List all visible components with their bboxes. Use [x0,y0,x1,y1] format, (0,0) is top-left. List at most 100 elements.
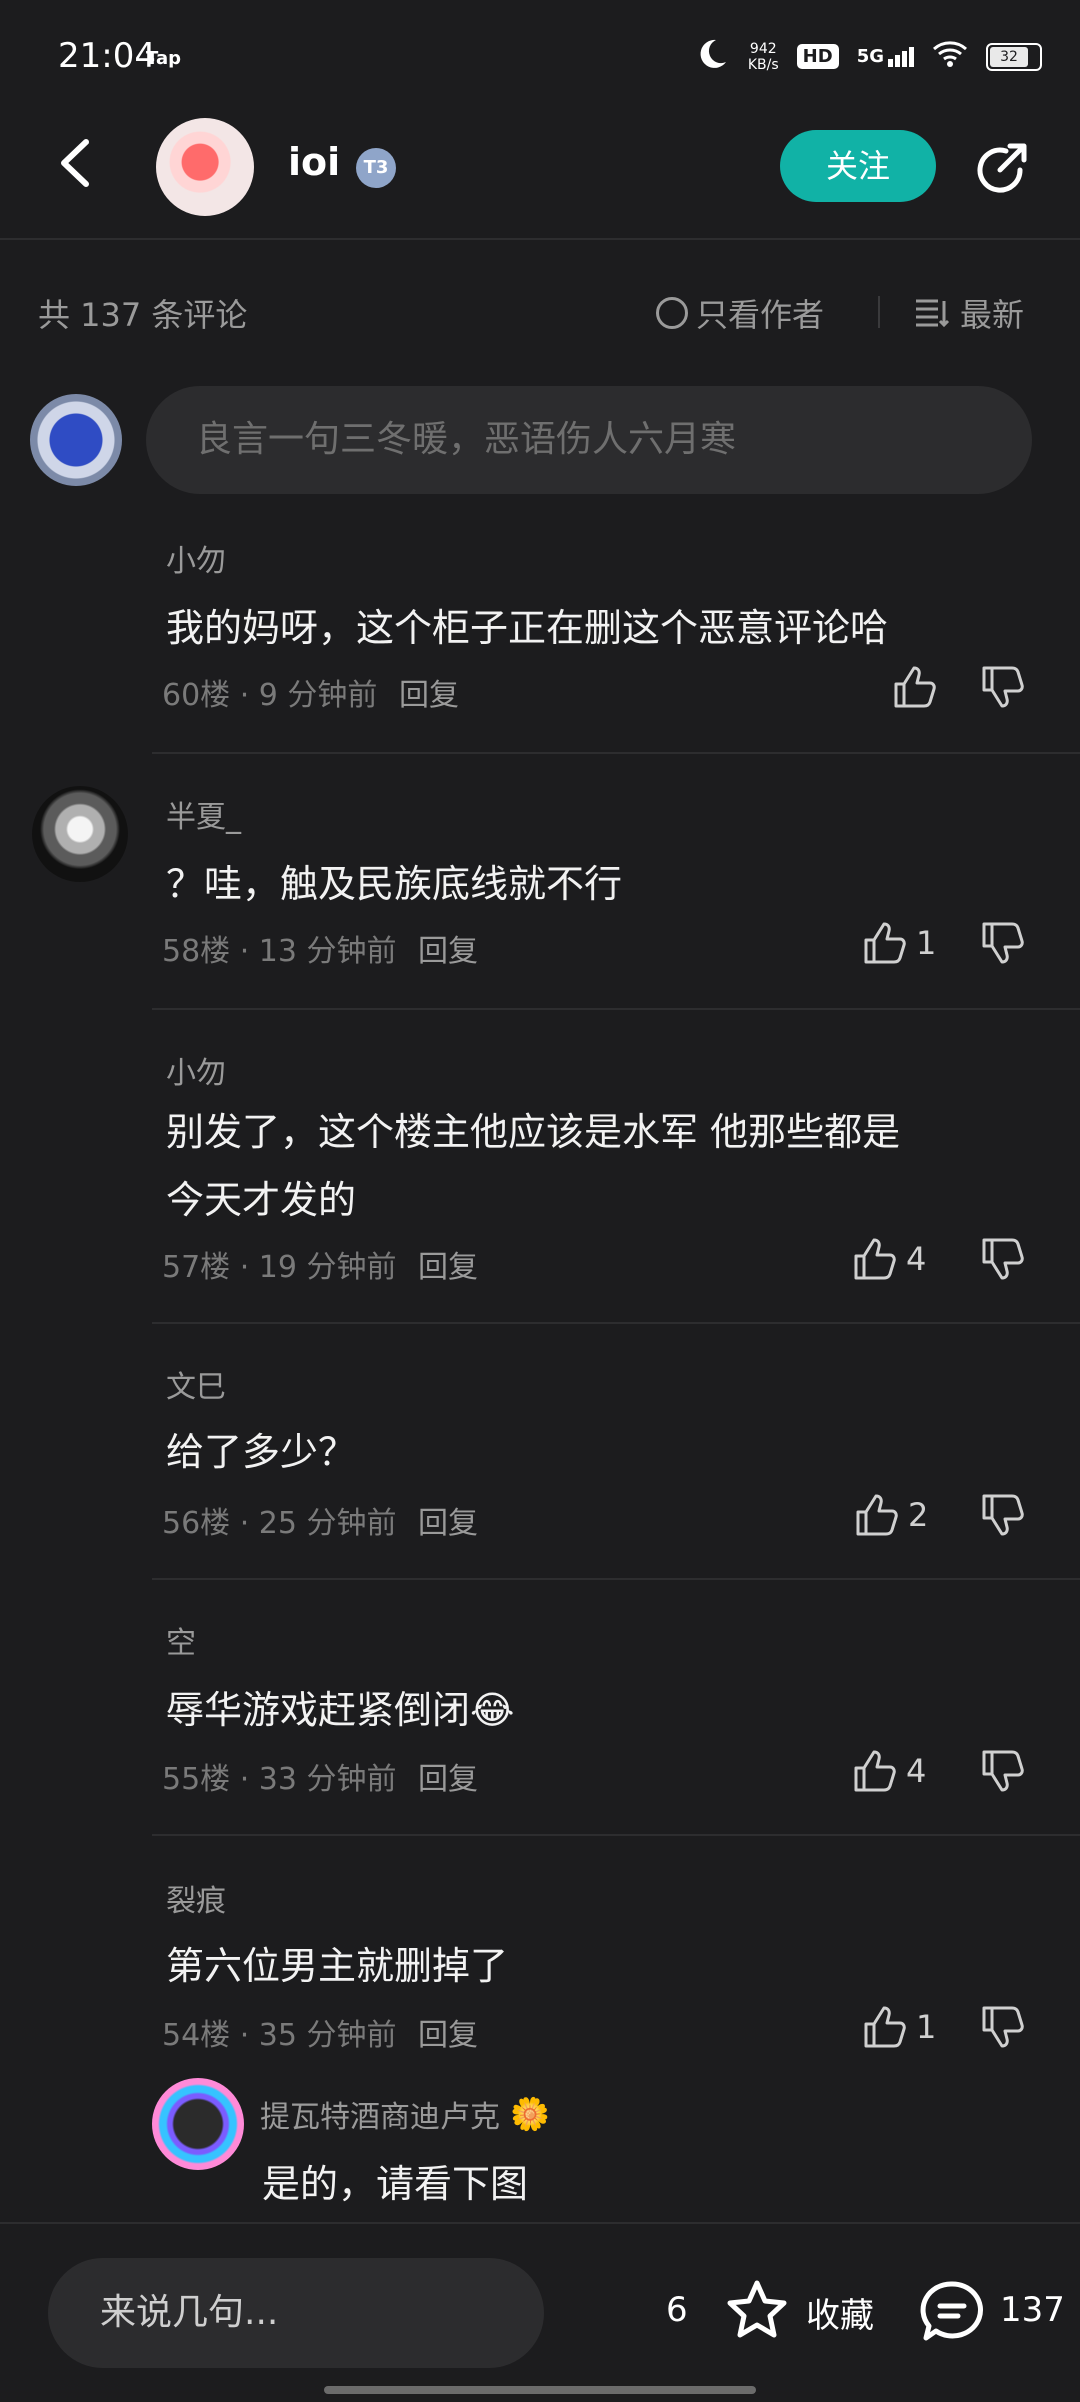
wifi-icon [932,40,968,73]
author-username[interactable]: ioi [288,140,340,184]
comment-meta: 58楼 · 13 分钟前 回复 [162,934,479,969]
like-count: 1 [916,924,937,962]
dislike-button[interactable] [980,1492,1026,1542]
status-indicators: 942 KB/s HD 5G 32 [694,36,1042,77]
like-count: 1 [916,2008,937,2046]
only-author-toggle[interactable]: 只看作者 [656,290,824,336]
like-button[interactable]: 4 [852,1748,926,1794]
comment-text[interactable]: 给了多少？ [166,1418,356,1486]
like-button[interactable] [892,664,938,714]
like-button[interactable]: 4 [852,1236,926,1282]
thumb-up-icon [854,1750,896,1792]
reply-author-row[interactable]: 提瓦特酒商迪卢克 🌼 [260,2092,550,2136]
sort-button[interactable]: 最新 [914,290,1024,336]
reply-avatar[interactable] [152,2078,244,2170]
say-input[interactable]: 来说几句... [48,2258,544,2368]
net-speed: 942 KB/s [747,40,779,73]
share-icon [977,143,1027,193]
battery-icon: 32 [986,42,1042,71]
comment-text-line1[interactable]: 别发了，这个楼主他应该是水军 他那些都是 [166,1098,900,1166]
like-button[interactable]: 2 [854,1492,928,1538]
comment-author[interactable]: 文巳 [166,1362,226,1406]
only-author-label: 只看作者 [696,296,825,334]
comment-meta: 55楼 · 33 分钟前 回复 [162,1762,479,1797]
reply-text[interactable]: 是的，请看下图 [262,2150,528,2218]
comment-meta: 57楼 · 19 分钟前 回复 [162,1250,479,1285]
like-count: 2 [908,1496,929,1534]
row-divider [152,1578,1080,1580]
comment-meta: 60楼 · 9 分钟前 回复 [162,678,459,713]
status-time: 21:04 [58,36,156,76]
comment-input[interactable]: 良言一句三冬暖，恶语伤人六月寒 [146,386,1032,494]
status-app-label: Tap [146,48,181,69]
dislike-button[interactable] [980,664,1026,714]
thumb-down-icon [982,2006,1024,2048]
comment-text[interactable]: 第六位男主就删掉了 [166,1932,508,2000]
row-divider [152,752,1080,754]
thumb-up-icon [864,922,906,964]
dislike-button[interactable] [980,1748,1026,1798]
thumb-down-icon [982,1238,1024,1280]
sort-icon [916,299,950,328]
thumb-up-icon [854,1238,896,1280]
reply-button[interactable]: 回复 [418,2018,478,2053]
comment-bubble-icon [920,2281,983,2341]
reply-button[interactable]: 回复 [418,934,478,969]
hd-icon: HD [796,44,839,69]
comments-button[interactable] [918,2278,986,2346]
comment-text[interactable]: 辱华游戏赶紧倒闭😂 [166,1676,514,1744]
thumb-up-icon [856,1494,898,1536]
favorite-count: 6 [666,2290,688,2330]
comment-text-line2[interactable]: 今天才发的 [166,1166,356,1234]
favorite-button[interactable] [724,2278,790,2344]
thumb-down-icon [982,1494,1024,1536]
comment-text[interactable]: ？哇，触及民族底线就不行 [166,850,622,918]
thumb-down-icon [982,666,1024,708]
filter-separator [878,296,880,328]
sort-label: 最新 [960,296,1025,334]
favorite-label[interactable]: 收藏 [806,2288,874,2337]
follow-button[interactable]: 关注 [780,130,936,202]
moon-icon [694,36,730,77]
like-count: 4 [906,1240,927,1278]
home-indicator[interactable] [324,2386,756,2394]
comment-author[interactable]: 小勿 [166,536,226,580]
thumb-down-icon [982,1750,1024,1792]
comment-text[interactable]: 我的妈呀，这个柜子正在删这个恶意评论哈 [166,594,888,662]
row-divider [152,1834,1080,1836]
header-divider [0,238,1080,240]
reply-author[interactable]: 提瓦特酒商迪卢克 [260,2092,500,2136]
like-count: 4 [906,1752,927,1790]
comment-count-text: 共 137 条评论 [38,296,248,334]
signal-icon: 5G [857,46,914,67]
share-button[interactable] [970,140,1030,200]
like-button[interactable]: 1 [862,920,936,966]
reply-button[interactable]: 回复 [418,1762,478,1797]
my-avatar [30,394,122,486]
comment-avatar[interactable] [32,786,128,882]
comments-count: 137 [1000,2290,1065,2330]
comment-author[interactable]: 空 [166,1618,196,1662]
dislike-button[interactable] [980,1236,1026,1286]
star-icon [727,2280,787,2338]
thumb-up-icon [894,666,936,708]
dislike-button[interactable] [980,920,1026,970]
row-divider [152,1322,1080,1324]
thumb-down-icon [982,922,1024,964]
author-avatar[interactable] [156,118,254,216]
comment-meta: 54楼 · 35 分钟前 回复 [162,2018,479,2053]
reply-button[interactable]: 回复 [418,1250,478,1285]
comment-author[interactable]: 小勿 [166,1048,226,1092]
like-button[interactable]: 1 [862,2004,936,2050]
reply-button[interactable]: 回复 [418,1506,478,1541]
comment-author[interactable]: 半夏_ [166,792,241,836]
level-badge: T3 [356,148,396,188]
dislike-button[interactable] [980,2004,1026,2054]
badge-icon: 🌼 [510,2095,550,2133]
back-button[interactable] [58,138,92,187]
comment-author[interactable]: 裂痕 [166,1876,226,1920]
thumb-up-icon [864,2006,906,2048]
comment-meta: 56楼 · 25 分钟前 回复 [162,1506,479,1541]
row-divider [152,1008,1080,1010]
reply-button[interactable]: 回复 [399,678,459,713]
